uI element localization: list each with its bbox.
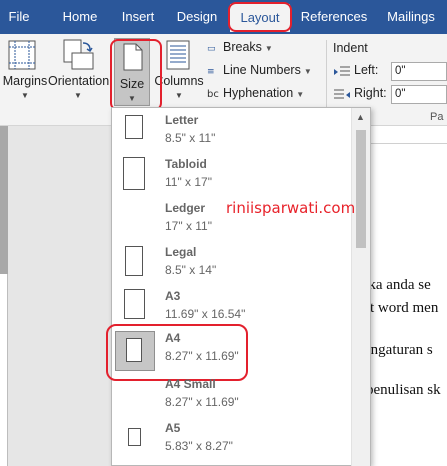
margins-icon [8, 40, 36, 70]
size-option-dims: 8.5" x 11" [165, 131, 216, 145]
breaks-label: Breaks [223, 40, 262, 54]
size-option-name: Tabloid [165, 157, 207, 171]
dropdown-scrollbar[interactable]: ▲ [351, 108, 370, 466]
size-option-tabloid[interactable]: Tabloid 11" x 17" [112, 154, 350, 200]
size-option-name: A5 [165, 421, 181, 435]
indent-right-input[interactable]: 0" [391, 85, 447, 104]
size-icon [123, 43, 143, 71]
doc-text-line: ft word men [365, 300, 439, 316]
size-option-name: A4 Small [165, 377, 216, 391]
size-option-dims: 8.27" x 11.69" [165, 395, 239, 409]
size-option-dims: 8.27" x 11.69" [165, 349, 239, 363]
size-option-legal[interactable]: Legal 8.5" x 14" [112, 242, 350, 288]
hyphenation-label: Hyphenation [223, 86, 294, 100]
tab-layout[interactable]: Layout [230, 4, 290, 32]
page-size-icon [128, 428, 141, 446]
columns-label: Columns [154, 74, 204, 88]
hyphenation-icon: bc [207, 89, 219, 100]
size-option-name: A3 [165, 289, 181, 303]
size-button[interactable]: Size ▼ [114, 38, 150, 106]
size-option-a4[interactable]: A4 8.27" x 11.69" [112, 328, 350, 374]
size-option-name: Ledger [165, 201, 206, 215]
vertical-ruler [0, 126, 8, 466]
ribbon-tab-bar: File Home Insert Design Layout Reference… [0, 0, 447, 34]
orientation-label: Orientation [48, 74, 110, 88]
size-option-a3[interactable]: A3 11.69" x 16.54" [112, 286, 350, 332]
size-option-name: A4 [165, 331, 181, 345]
page-size-icon [123, 157, 145, 190]
orientation-button[interactable]: Orientation ▼ [48, 34, 110, 106]
scroll-thumb[interactable] [356, 130, 366, 248]
size-option-dims: 11" x 17" [165, 175, 212, 189]
doc-text-line: engaturan s [364, 342, 433, 358]
tab-home[interactable]: Home [52, 0, 108, 34]
breaks-icon: ▭ [207, 44, 216, 54]
ruler-margin [0, 126, 8, 274]
scroll-up-icon[interactable]: ▲ [356, 112, 365, 122]
margins-label: Margins [2, 74, 48, 88]
chevron-down-icon: ▼ [296, 90, 305, 99]
size-option-name: Legal [165, 245, 197, 259]
tab-mailings[interactable]: Mailings [380, 0, 442, 34]
breaks-button[interactable]: ▭ Breaks ▼ [207, 37, 273, 57]
indent-right-icon [334, 89, 350, 99]
doc-text-line: penulisan sk [366, 382, 441, 398]
watermark-text: riniisparwati.com [226, 199, 356, 217]
chevron-down-icon: ▼ [74, 91, 82, 100]
line-numbers-label: Line Numbers [223, 63, 301, 77]
orientation-icon [63, 39, 94, 70]
indent-right-label: Right: [354, 86, 387, 100]
chevron-down-icon: ▼ [303, 67, 312, 76]
size-option-a4-small[interactable]: A4 Small 8.27" x 11.69" [112, 374, 350, 420]
page-size-icon [125, 115, 143, 139]
columns-button[interactable]: Columns ▼ [154, 34, 204, 106]
size-option-letter[interactable]: Letter 8.5" x 11" [112, 110, 350, 156]
tab-design[interactable]: Design [170, 0, 224, 34]
chevron-down-icon: ▼ [21, 91, 29, 100]
size-label: Size [119, 77, 145, 91]
tab-references[interactable]: References [298, 0, 370, 34]
paragraph-group-label: Pa [430, 111, 444, 123]
chevron-down-icon: ▼ [264, 44, 273, 53]
indent-left-icon [334, 66, 350, 76]
tab-file[interactable]: File [0, 0, 38, 34]
size-option-dims: 11.69" x 16.54" [165, 307, 246, 321]
page-size-icon [126, 338, 142, 362]
indent-group-title: Indent [333, 41, 368, 55]
chevron-down-icon: ▼ [128, 94, 136, 103]
size-option-dims: 17" x 11" [165, 219, 212, 233]
size-option-dims: 5.83" x 8.27" [165, 439, 233, 453]
page-size-icon [125, 246, 143, 276]
chevron-down-icon: ▼ [175, 91, 183, 100]
page-size-icon [124, 289, 145, 319]
size-option-a5[interactable]: A5 5.83" x 8.27" [112, 418, 350, 464]
size-option-name: Letter [165, 113, 199, 127]
indent-left-label: Left: [354, 63, 379, 77]
margins-button[interactable]: Margins ▼ [0, 34, 50, 106]
hyphenation-button[interactable]: bc Hyphenation ▼ [207, 83, 304, 103]
indent-left-input[interactable]: 0" [391, 62, 447, 81]
tab-insert[interactable]: Insert [112, 0, 164, 34]
line-numbers-button[interactable]: ≡ Line Numbers ▼ [207, 60, 312, 80]
line-numbers-icon: ≡ [207, 67, 215, 77]
columns-icon [166, 40, 190, 70]
size-option-dims: 8.5" x 14" [165, 263, 217, 277]
